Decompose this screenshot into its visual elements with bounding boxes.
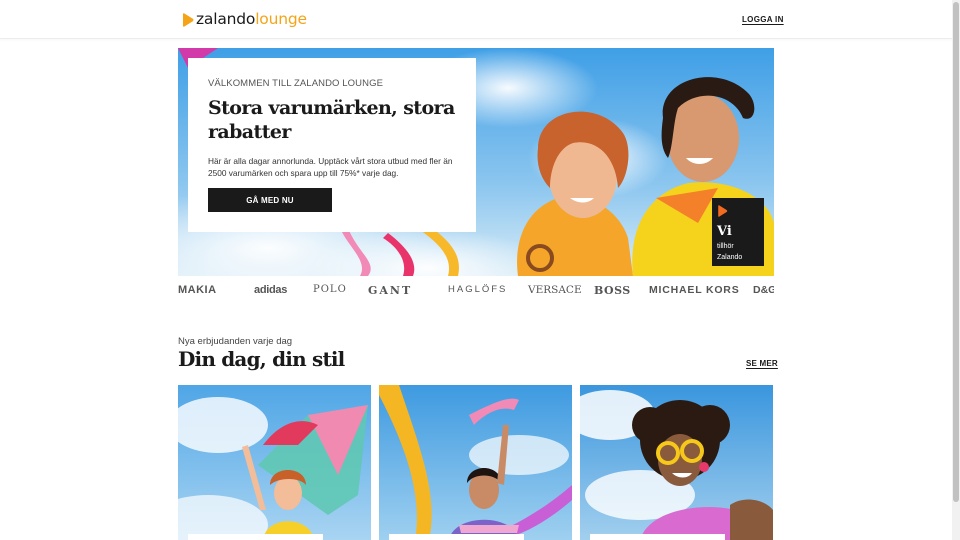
site-header: zalandolounge LOGGA IN	[0, 0, 952, 39]
login-link[interactable]: LOGGA IN	[742, 15, 784, 24]
badge-title: Vi	[717, 224, 732, 239]
hero-eyebrow: VÄLKOMMEN TILL ZALANDO LOUNGE	[208, 78, 383, 89]
brand-logo[interactable]: D&G	[753, 284, 774, 296]
brand-logo[interactable]: HAGLÖFS	[448, 284, 507, 295]
brand-logo[interactable]: BOSS	[594, 284, 631, 297]
offer-card-label	[590, 534, 725, 540]
brand-logo[interactable]: VERSACE	[528, 284, 582, 296]
page-scrollbar[interactable]	[952, 0, 960, 540]
hero-banner: VÄLKOMMEN TILL ZALANDO LOUNGE Stora varu…	[178, 48, 774, 276]
hero-description: Här är alla dagar annorlunda. Upptäck vå…	[208, 156, 453, 178]
brand-logo[interactable]: adidas	[254, 284, 287, 296]
badge-line-1: tillhör	[717, 243, 734, 250]
hero-card: VÄLKOMMEN TILL ZALANDO LOUNGE Stora varu…	[188, 58, 476, 232]
see-more-link[interactable]: SE MER	[746, 359, 778, 368]
offer-card-label	[389, 534, 524, 540]
offer-card-image	[379, 385, 572, 540]
scrollbar-thumb[interactable]	[953, 2, 959, 502]
brand-logo[interactable]: GANT	[368, 284, 412, 297]
brand-logo[interactable]: POLO	[313, 284, 347, 295]
zalando-badge: Vi tillhör Zalando	[712, 198, 764, 266]
join-now-button[interactable]: GÅ MED NU	[208, 188, 332, 212]
offer-card[interactable]	[580, 385, 773, 540]
zalando-lounge-logo[interactable]: zalandolounge	[182, 11, 307, 28]
brand-logo[interactable]: MICHAEL KORS	[649, 284, 740, 296]
brand-logo[interactable]: MAKIA	[178, 284, 217, 296]
logo-wordmark: zalandolounge	[196, 10, 307, 28]
badge-line-2: Zalando	[717, 254, 743, 261]
hero-title: Stora varumärken, stora rabatter	[208, 97, 455, 143]
offer-card-image	[580, 385, 773, 540]
brand-strip: MAKIA adidas POLO GANT HAGLÖFS VERSACE B…	[178, 282, 774, 300]
offer-card[interactable]	[178, 385, 371, 540]
offer-cards	[178, 385, 774, 540]
section-title: Din dag, din stil	[178, 347, 345, 371]
offer-card-label	[188, 534, 323, 540]
offer-card[interactable]	[379, 385, 572, 540]
zalando-badge-icon	[718, 205, 728, 217]
offer-card-image	[178, 385, 371, 540]
zalando-logo-icon	[183, 12, 194, 27]
